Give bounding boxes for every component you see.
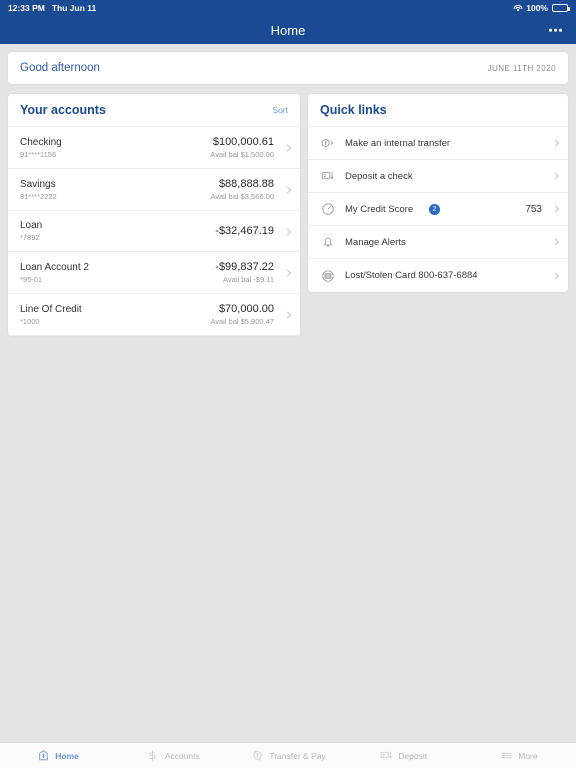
card-icon	[320, 268, 335, 283]
chevron-right-icon	[551, 139, 560, 147]
account-list-item[interactable]: Checking 91****1156 $100,000.61 Avail ba…	[8, 127, 300, 169]
quick-link-label: Manage Alerts	[345, 236, 406, 248]
account-available-balance: Avail bal $1,500.00	[210, 150, 274, 159]
account-list-item[interactable]: Loan *7892 -$32,467.19	[8, 211, 300, 252]
account-list-item[interactable]: Loan Account 2 *95-01 -$99,837.22 Avail …	[8, 252, 300, 294]
quick-links-panel: Quick links Make an internal transfer De…	[308, 94, 568, 292]
quick-link-manage-alerts[interactable]: Manage Alerts	[308, 226, 568, 259]
panels-row: Your accounts Sort Checking 91****1156 $…	[8, 94, 568, 336]
quick-link-label: Lost/Stolen Card 800-637-6884	[345, 270, 478, 281]
accounts-panel-header: Your accounts Sort	[8, 94, 300, 127]
check-deposit-icon	[320, 169, 335, 184]
quick-link-deposit-check[interactable]: Deposit a check	[308, 160, 568, 193]
transfer-icon	[320, 136, 335, 151]
account-available-balance: Avail bal $3,566.00	[210, 192, 274, 201]
account-mask: *7892	[20, 233, 40, 242]
tab-transfer-pay[interactable]: Transfer & Pay	[230, 743, 345, 768]
status-bar-left: 12:33 PM Thu Jun 11	[8, 3, 96, 13]
gauge-icon	[320, 202, 335, 217]
your-accounts-panel: Your accounts Sort Checking 91****1156 $…	[8, 94, 300, 336]
accounts-panel-title: Your accounts	[20, 103, 106, 117]
bell-icon	[320, 235, 335, 250]
status-bar-right: 100%	[513, 3, 570, 13]
battery-icon	[552, 4, 570, 12]
chevron-right-icon	[551, 238, 560, 246]
account-name: Loan Account 2	[20, 261, 89, 273]
status-badge: 2	[429, 203, 441, 215]
account-mask: *1000	[20, 316, 40, 326]
greeting-text: Good afternoon	[20, 62, 100, 74]
quick-link-credit-score[interactable]: My Credit Score 2 753	[308, 193, 568, 226]
page-content: Good afternoon JUNE 11TH 2020 Your accou…	[0, 44, 576, 344]
account-mask: *95-01	[20, 274, 43, 284]
greeting-bar: Good afternoon JUNE 11TH 2020	[8, 52, 568, 84]
quick-link-lost-stolen-card[interactable]: Lost/Stolen Card 800-637-6884	[308, 259, 568, 292]
tab-label: Accounts	[164, 750, 200, 761]
tab-label: More	[518, 750, 538, 761]
quick-link-internal-transfer[interactable]: Make an internal transfer	[308, 127, 568, 160]
wifi-icon	[513, 4, 523, 12]
account-available-balance: Avail bal -$9.11	[222, 275, 274, 284]
account-balance: -$32,467.19	[215, 225, 274, 237]
account-name: Line Of Credit	[20, 303, 82, 315]
account-mask: 81****2222	[20, 191, 57, 201]
account-balance: $70,000.00	[218, 303, 274, 315]
tab-label: Deposit	[398, 750, 428, 761]
chevron-right-icon	[551, 271, 560, 280]
greeting-date: JUNE 11TH 2020	[487, 63, 556, 73]
battery-percent-label: 100%	[526, 3, 548, 13]
account-mask: 91****1156	[20, 149, 57, 159]
hamburger-icon	[499, 749, 513, 763]
account-list-item[interactable]: Line Of Credit *1000 $70,000.00 Avail ba…	[8, 294, 300, 336]
account-name: Checking	[20, 136, 62, 148]
account-available-balance: Avail bal $5,900.47	[210, 317, 274, 326]
account-balance: $100,000.61	[212, 136, 274, 148]
tab-deposit[interactable]: Deposit	[346, 743, 461, 768]
quick-links-header: Quick links	[308, 94, 568, 127]
tab-more[interactable]: More	[461, 743, 576, 768]
check-icon	[379, 749, 393, 763]
account-list-item[interactable]: Savings 81****2222 $88,888.88 Avail bal …	[8, 169, 300, 211]
more-dots-icon[interactable]	[547, 23, 564, 38]
tab-label: Transfer & Pay	[269, 750, 326, 761]
status-bar: 12:33 PM Thu Jun 11 100%	[0, 0, 576, 16]
transfer-circle-icon	[250, 749, 264, 763]
account-balance: -$99,837.22	[215, 261, 274, 273]
quick-link-label: Deposit a check	[345, 170, 413, 182]
quick-link-label: My Credit Score	[345, 203, 414, 215]
tab-home[interactable]: Home	[0, 743, 115, 768]
status-date: Thu Jun 11	[51, 3, 97, 13]
account-name: Savings	[20, 178, 56, 190]
navigation-bar: Home	[0, 16, 576, 44]
status-time: 12:33 PM	[8, 3, 45, 13]
home-dollar-icon	[36, 749, 50, 763]
bottom-tab-bar: Home Accounts Transfer & Pay Deposit Mor…	[0, 742, 576, 768]
quick-link-label: Make an internal transfer	[345, 137, 451, 149]
account-balance: $88,888.88	[218, 178, 274, 190]
dollar-sign-icon	[146, 749, 160, 763]
tab-accounts[interactable]: Accounts	[115, 743, 230, 768]
page-title: Home	[270, 22, 306, 38]
account-name: Loan	[20, 220, 43, 231]
tab-label: Home	[55, 750, 79, 761]
quick-links-title: Quick links	[320, 103, 387, 117]
sort-button[interactable]: Sort	[272, 105, 288, 115]
chevron-right-icon	[551, 172, 560, 180]
